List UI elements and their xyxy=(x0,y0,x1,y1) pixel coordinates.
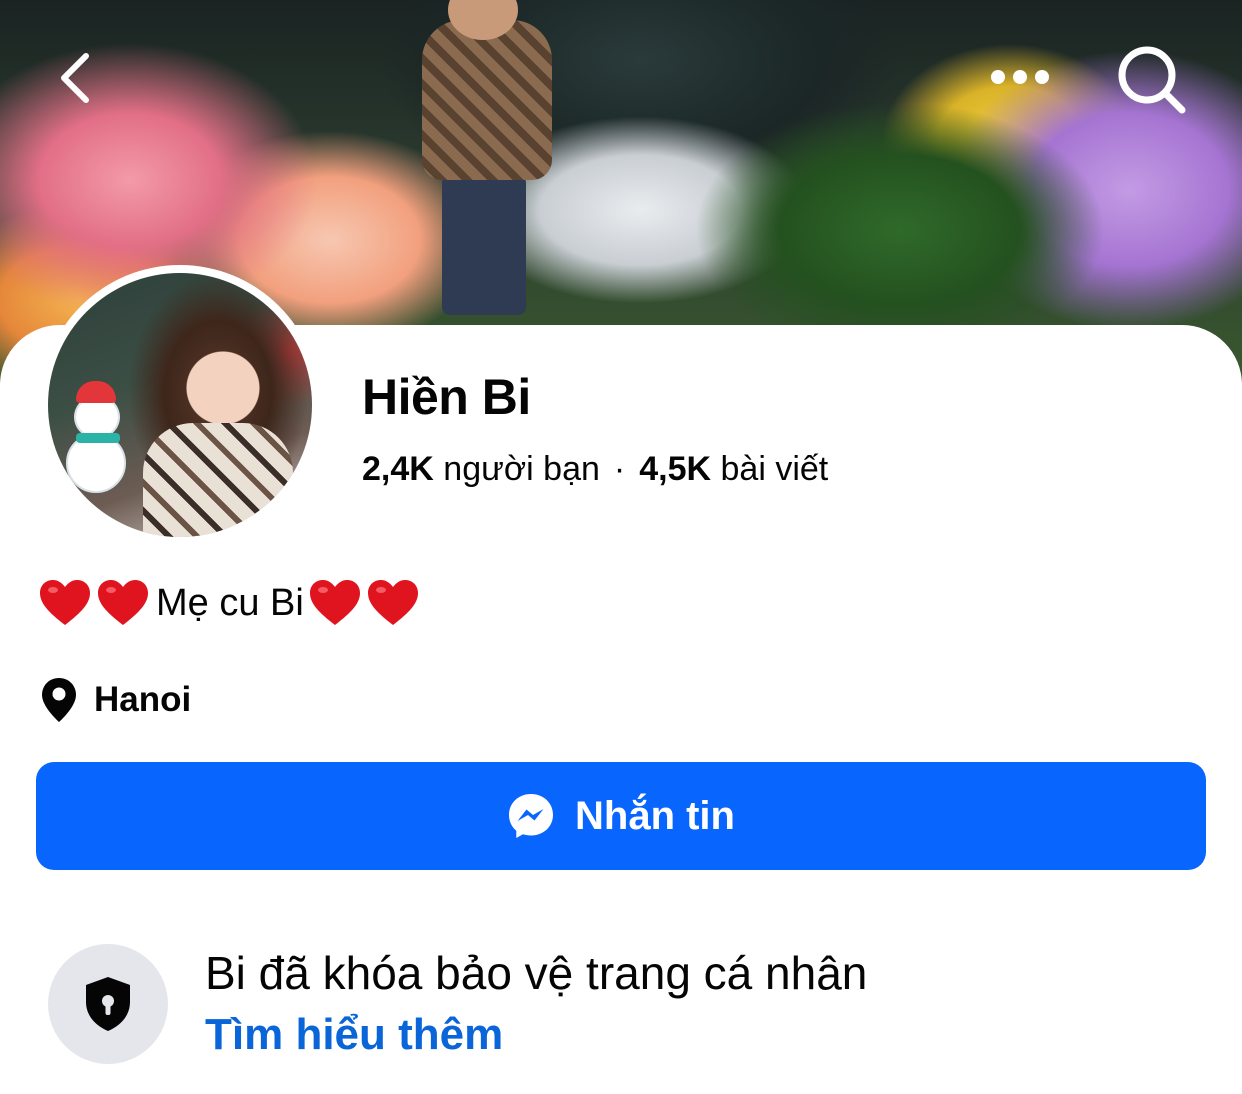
shield-lock-icon-container xyxy=(48,944,168,1064)
search-icon[interactable] xyxy=(1112,40,1192,120)
avatar-sweater xyxy=(143,423,293,537)
posts-count: 4,5K xyxy=(639,450,712,488)
profile-screen: Hiền Bi 2,4K người bạn · 4,5K bài viết Mẹ … xyxy=(0,0,1242,1094)
back-icon[interactable] xyxy=(50,48,110,108)
cover-photo-child xyxy=(442,175,526,315)
stats-separator: · xyxy=(613,450,626,488)
learn-more-link[interactable]: Tìm hiểu thêm xyxy=(205,1010,503,1060)
shield-lock-icon xyxy=(82,975,134,1033)
profile-name: Hiền Bi xyxy=(362,369,531,425)
avatar-ring[interactable] xyxy=(40,265,320,545)
red-heart-icon xyxy=(96,578,150,628)
bio-text: Mẹ cu Bi xyxy=(156,581,304,624)
avatar[interactable] xyxy=(48,273,312,537)
red-heart-icon xyxy=(308,578,362,628)
location-pin-icon xyxy=(40,676,78,724)
profile-stats: 2,4K người bạn · 4,5K bài viết xyxy=(362,450,828,489)
profile-location: Hanoi xyxy=(40,676,191,724)
message-button-label: Nhắn tin xyxy=(575,793,735,838)
message-button[interactable]: Nhắn tin xyxy=(36,762,1206,870)
red-heart-icon xyxy=(38,578,92,628)
snowman-sticker-scarf xyxy=(76,433,120,443)
profile-bio: Mẹ cu Bi xyxy=(38,578,424,628)
red-heart-icon xyxy=(366,578,420,628)
snowman-sticker-hat xyxy=(76,381,116,403)
more-horizontal-icon[interactable] xyxy=(985,55,1055,99)
friends-label[interactable]: người bạn xyxy=(443,450,600,488)
cover-photo-child-jacket xyxy=(422,20,552,180)
posts-label: bài viết xyxy=(720,450,829,488)
messenger-icon xyxy=(507,792,555,840)
location-text: Hanoi xyxy=(94,680,192,719)
friends-count[interactable]: 2,4K xyxy=(362,450,434,488)
locked-profile-title: Bi đã khóa bảo vệ trang cá nhân xyxy=(205,947,868,999)
